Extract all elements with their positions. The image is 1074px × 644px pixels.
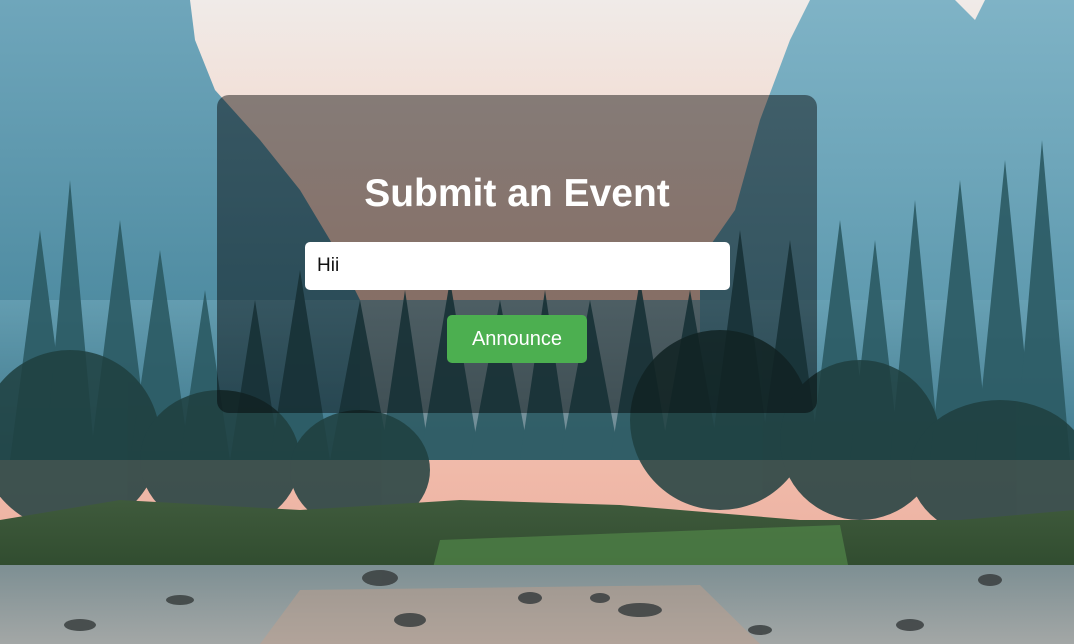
announce-button[interactable]: Announce [447,315,587,363]
event-form-card: Submit an Event Announce [217,95,817,413]
form-title: Submit an Event [364,172,670,215]
event-input[interactable] [305,242,730,290]
